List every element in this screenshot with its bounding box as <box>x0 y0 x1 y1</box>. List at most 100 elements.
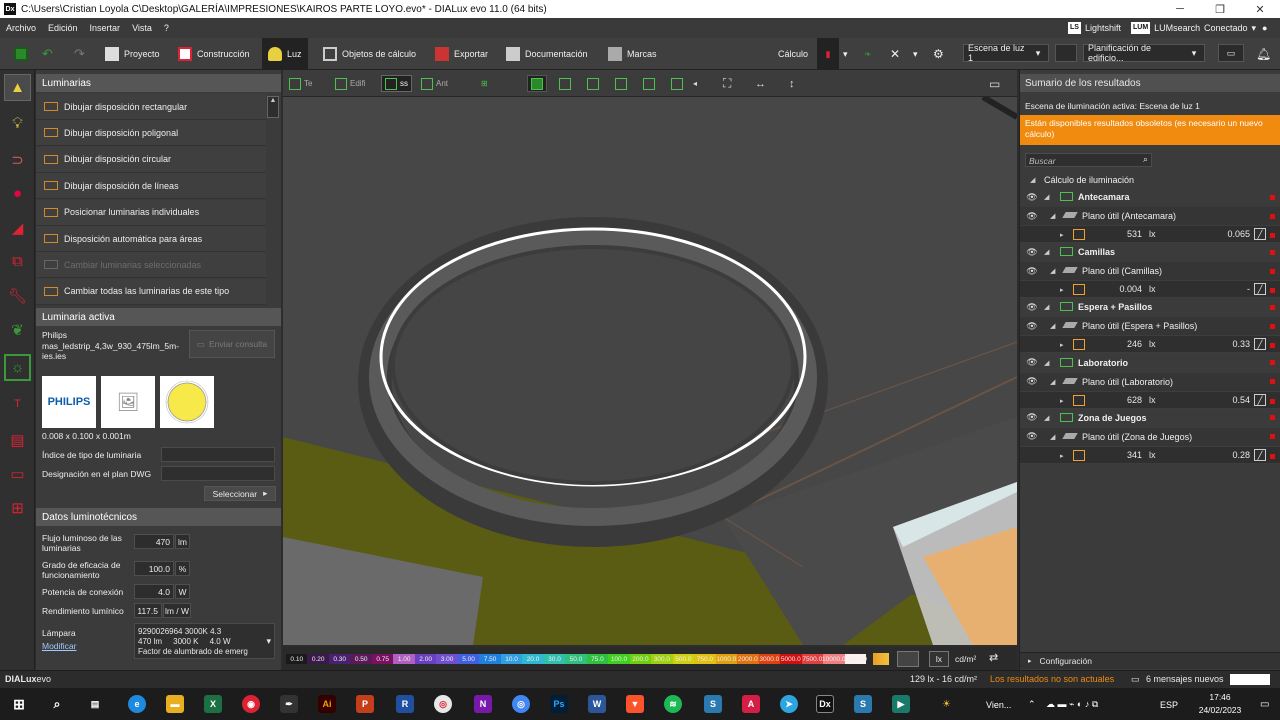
sketchup-icon[interactable]: S <box>704 695 722 713</box>
magnet-icon[interactable]: ⊃ <box>4 146 31 173</box>
visibility-eye-icon[interactable]: 👁︎ <box>1026 266 1038 277</box>
spotify-icon[interactable]: ≋ <box>664 695 682 713</box>
measure-height-icon[interactable]: ↕ <box>789 75 795 92</box>
room-row[interactable]: 👁︎ ◢ Zona de Juegos <box>1020 409 1280 427</box>
visibility-eye-icon[interactable]: 👁︎ <box>1026 192 1038 203</box>
notification-bell-icon[interactable]: 🔔︎ <box>1256 38 1271 70</box>
view-right-icon[interactable] <box>671 75 683 92</box>
tab-luz[interactable]: Luz <box>262 38 308 70</box>
results-search-input[interactable]: Buscar ⌕ <box>1025 153 1152 167</box>
details-icon[interactable]: ╱ <box>1254 283 1266 296</box>
visibility-eye-icon[interactable]: 👁︎ <box>1026 376 1038 387</box>
chrome-icon[interactable]: ◎ <box>434 695 452 713</box>
calc-surface-icon[interactable]: ☼ <box>4 354 31 381</box>
visibility-eye-icon[interactable]: 👁︎ <box>1026 321 1038 332</box>
swap-units-icon[interactable]: ⇄ <box>989 651 998 664</box>
close-icon[interactable]: ✕ <box>1240 0 1280 18</box>
menu-help[interactable]: ? <box>158 23 175 33</box>
send-query-button[interactable]: ▭ Enviar consulta <box>189 330 275 358</box>
chevron-left-icon[interactable]: ◂ <box>693 75 697 92</box>
menu-insertar[interactable]: Insertar <box>84 23 127 33</box>
details-icon[interactable]: ╱ <box>1254 228 1266 240</box>
layout-icon[interactable]: ▤ <box>4 426 31 453</box>
room-row[interactable]: 👁︎ ◢ Antecamara <box>1020 188 1280 206</box>
telegram-icon[interactable]: ➤ <box>780 695 798 713</box>
calc-plane-row[interactable]: 👁︎ ◢ Plano útil (Espera + Pasillos) <box>1020 317 1280 336</box>
luminaire-action-item[interactable]: Dibujar disposición de líneas <box>36 173 266 200</box>
select-button[interactable]: Seleccionar ▸ <box>204 486 276 501</box>
color-wheel-icon[interactable]: ● <box>4 180 31 207</box>
visibility-eye-icon[interactable]: 👁︎ <box>1026 247 1038 258</box>
luminaire-action-item[interactable]: Dibujar disposición circular <box>36 146 266 173</box>
task-view-icon[interactable]: ▤ <box>86 695 104 713</box>
language-indicator[interactable]: ESP <box>1160 700 1178 710</box>
revit-icon[interactable]: R <box>396 695 414 713</box>
app-arrow-icon[interactable]: ▶ <box>892 695 910 713</box>
clock-date[interactable]: 24/02/2023 <box>1196 705 1244 715</box>
obsolete-results-warning[interactable]: Están disponibles resultados obsoletos (… <box>1020 115 1280 145</box>
result-values-row[interactable]: ▸ 628 lx 0.54 ╱ <box>1020 390 1280 409</box>
edge-icon[interactable]: e <box>128 695 146 713</box>
daylight-icon[interactable]: ◢ <box>4 214 31 241</box>
luminaire-action-item[interactable]: Dibujar disposición rectangular <box>36 94 266 120</box>
calculate-icon[interactable]: ▮ <box>817 38 839 70</box>
autocad-icon[interactable]: A <box>742 695 760 713</box>
leaf-icon[interactable]: ❧ <box>864 38 872 70</box>
tray-icons[interactable]: ☁ ▬ ⌁ ◐ ♪ ⧉ <box>1046 699 1098 710</box>
illustrator-icon[interactable]: Ai <box>318 695 336 713</box>
search-icon[interactable]: ⌕ <box>48 695 66 713</box>
text-tool-icon[interactable]: T <box>4 390 31 417</box>
plant-icon[interactable]: ❦ <box>4 316 31 343</box>
gear-icon[interactable]: ⚙ <box>933 38 944 70</box>
scene-options-icon[interactable] <box>1055 44 1077 62</box>
sketchup2-icon[interactable]: S <box>854 695 872 713</box>
view-front-icon[interactable] <box>587 75 599 92</box>
wrench-icon[interactable]: 🔧︎ <box>4 282 31 309</box>
chevron-down-icon[interactable]: ▾ <box>913 38 918 70</box>
product-image-icon[interactable]: 🖼︎ <box>101 376 155 428</box>
calc-plane-row[interactable]: 👁︎ ◢ Plano útil (Zona de Juegos) <box>1020 427 1280 446</box>
result-values-row[interactable]: ▸ 0.004 lx - ╱ <box>1020 280 1280 299</box>
tab-marcas[interactable]: Marcas <box>608 38 657 70</box>
calc-plane-row[interactable]: 👁︎ ◢ Plano útil (Antecamara) <box>1020 207 1280 225</box>
measure-width-icon[interactable]: ↔ <box>755 75 766 92</box>
room-row[interactable]: 👁︎ ◢ Camillas <box>1020 243 1280 261</box>
modify-lamp-link[interactable]: Modificar <box>42 641 76 651</box>
luminaire-action-item[interactable]: Disposición automática para áreas <box>36 226 266 252</box>
gradient-toggle-icon[interactable] <box>897 651 919 667</box>
scene-select[interactable]: Escena de luz 1 ▾ <box>963 43 1049 63</box>
tab-storey[interactable]: ss <box>381 75 412 92</box>
zoom-extents-icon[interactable]: ⛶ <box>723 75 731 92</box>
tab-proyecto[interactable]: Proyecto <box>105 38 160 70</box>
connection-status[interactable]: Conectado ▾ <box>1204 18 1256 38</box>
excel-icon[interactable]: X <box>204 695 222 713</box>
inkscape-icon[interactable]: ✒ <box>280 695 298 713</box>
fullscreen-icon[interactable]: ▭ <box>1218 44 1244 62</box>
room-row[interactable]: 👁︎ ◢ Espera + Pasillos <box>1020 298 1280 316</box>
notification-center-icon[interactable]: ▭ <box>1260 699 1269 710</box>
weather-text[interactable]: Vien... <box>986 700 1011 710</box>
messages-count[interactable]: 6 mensajes nuevos <box>1146 674 1224 684</box>
flux-field[interactable]: 470 <box>134 534 174 549</box>
luminaire-action-item[interactable]: Cambiar todas las luminarias de este tip… <box>36 278 266 305</box>
undo-icon[interactable]: ↶ <box>42 38 53 70</box>
calc-header-row[interactable]: ◢ Cálculo de iluminación <box>1020 171 1280 189</box>
planning-select[interactable]: Planificación de edificio... ▾ <box>1083 43 1205 63</box>
calc-plane-row[interactable]: 👁︎ ◢ Plano útil (Laboratorio) <box>1020 372 1280 391</box>
yield-field[interactable]: 117.5 <box>134 603 162 618</box>
tab-documentacion[interactable]: Documentación <box>506 38 588 70</box>
result-values-row[interactable]: ▸ 341 lx 0.28 ╱ <box>1020 445 1280 464</box>
monitor-icon[interactable]: ▭ <box>989 75 1000 92</box>
tab-exportar[interactable]: Exportar <box>435 38 488 70</box>
3d-viewport[interactable] <box>283 97 1017 645</box>
windows-start-icon[interactable]: ⊞ <box>10 695 28 713</box>
powerpoint-icon[interactable]: P <box>356 695 374 713</box>
tray-chevron-icon[interactable]: ⌃ <box>1028 699 1036 710</box>
cancel-calc-icon[interactable]: ✕ <box>890 38 900 70</box>
tab-construccion[interactable]: Construcción <box>178 38 250 70</box>
result-values-row[interactable]: ▸ 246 lx 0.33 ╱ <box>1020 335 1280 354</box>
visibility-eye-icon[interactable]: 👁︎ <box>1026 357 1038 368</box>
bulb-icon[interactable]: 💡︎ <box>4 110 31 137</box>
luminaire-action-item[interactable]: Cambiar luminarias seleccionadas <box>36 252 266 279</box>
user-icon[interactable]: ● <box>1262 18 1267 38</box>
